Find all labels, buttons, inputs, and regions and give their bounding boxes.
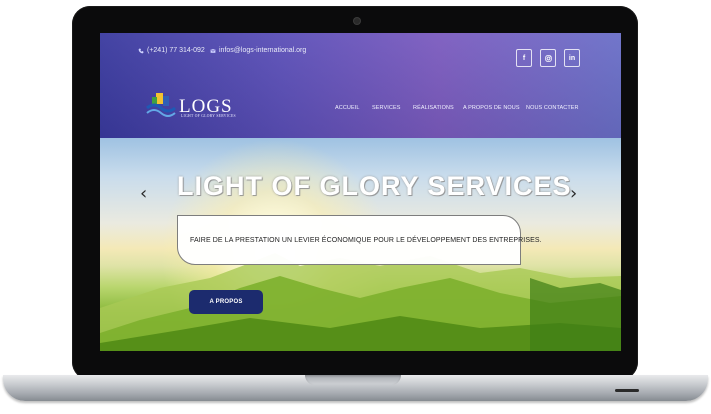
camera-icon bbox=[354, 18, 360, 24]
nav-item-accueil[interactable]: ACCUEIL bbox=[335, 105, 360, 111]
laptop-notch bbox=[305, 375, 401, 385]
slider-prev-arrow[interactable]: ‹ bbox=[140, 185, 147, 203]
logo-mark-icon bbox=[146, 93, 176, 117]
facebook-button[interactable]: f bbox=[516, 49, 532, 67]
instagram-button[interactable] bbox=[540, 49, 556, 67]
tagline-box: FAIRE DE LA PRESTATION UN LEVIER ÉCONOMI… bbox=[177, 215, 542, 265]
a-propos-button[interactable]: A PROPOS bbox=[189, 290, 263, 314]
slider-next-arrow[interactable]: › bbox=[570, 185, 577, 203]
hero-slider: LIGHT OF GLORY SERVICES ‹ › FAIRE DE LA … bbox=[100, 138, 621, 351]
website-screen: (+241) 77 314-092 infos@logs-internation… bbox=[100, 33, 621, 351]
nav-item-services[interactable]: SERVICES bbox=[372, 105, 401, 111]
nav-item-realisations[interactable]: RÉALISATIONS bbox=[413, 105, 454, 111]
phone-contact[interactable]: (+241) 77 314-092 bbox=[138, 47, 205, 54]
laptop-led bbox=[615, 389, 639, 392]
mail-icon bbox=[210, 48, 216, 53]
phone-number: (+241) 77 314-092 bbox=[147, 47, 205, 54]
linkedin-icon: in bbox=[568, 54, 576, 62]
facebook-icon: f bbox=[522, 54, 526, 62]
hero-title: LIGHT OF GLORY SERVICES bbox=[177, 171, 572, 201]
linkedin-button[interactable]: in bbox=[564, 49, 580, 67]
nav-item-a-propos[interactable]: A PROPOS DE NOUS bbox=[463, 105, 520, 111]
hero-tagline: FAIRE DE LA PRESTATION UN LEVIER ÉCONOMI… bbox=[190, 236, 542, 244]
nav-item-contact[interactable]: NOUS CONTACTER bbox=[526, 105, 579, 111]
phone-icon bbox=[138, 48, 144, 53]
email-contact[interactable]: infos@logs-international.org bbox=[210, 47, 306, 54]
logo-subtitle: LIGHT OF GLORY SERVICES bbox=[181, 114, 236, 118]
instagram-icon bbox=[544, 54, 552, 62]
email-address: infos@logs-international.org bbox=[219, 47, 307, 54]
